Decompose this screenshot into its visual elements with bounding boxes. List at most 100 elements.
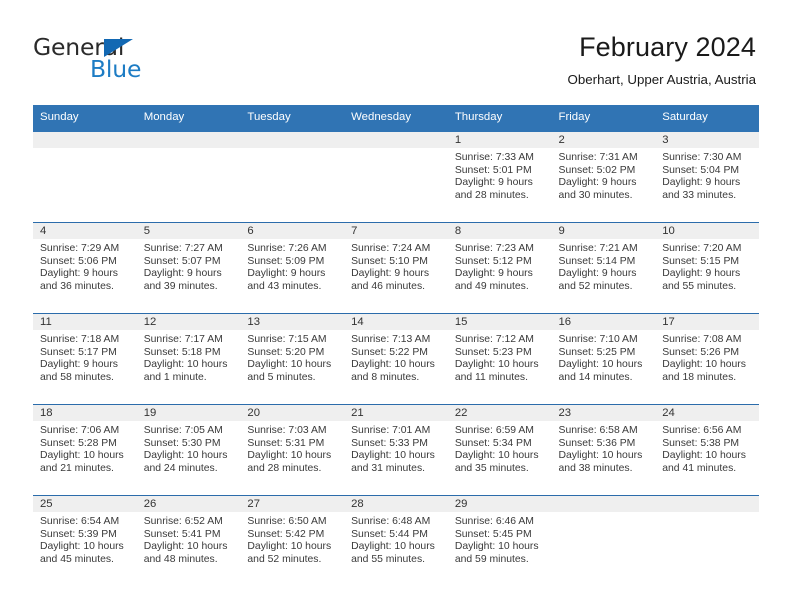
calendar-day-cell[interactable]: 21 Sunrise: 7:01 AM Sunset: 5:33 PM Dayligh… <box>344 404 448 496</box>
day-number: 23 <box>558 407 572 419</box>
day-daylight1-text: Daylight: 10 hours <box>662 450 746 462</box>
calendar-day-cell-empty <box>33 132 137 223</box>
calendar-day-cell[interactable]: 23 Sunrise: 6:58 AM Sunset: 5:36 PM Dayligh… <box>551 404 656 496</box>
calendar-day-cell[interactable]: 3 Sunrise: 7:30 AM Sunset: 5:04 PM Daylight… <box>655 132 759 223</box>
day-daylight1-text: Daylight: 10 hours <box>40 541 124 553</box>
day-daylight2-text: and 33 minutes. <box>662 189 737 201</box>
day-detail: Sunrise: 7:30 AM Sunset: 5:04 PM Daylight:… <box>655 148 759 202</box>
day-sunset-text: Sunset: 5:42 PM <box>247 528 325 540</box>
day-sunrise-text: Sunrise: 7:13 AM <box>351 334 431 345</box>
weekday-header-sunday: Sunday <box>33 105 137 132</box>
day-detail: Sunrise: 7:12 AM Sunset: 5:23 PM Daylight:… <box>448 330 552 384</box>
calendar-day-cell-empty <box>344 132 448 223</box>
day-number-band: 17 <box>655 314 759 330</box>
day-sunrise-text: Sunrise: 7:23 AM <box>454 243 534 254</box>
day-number-band: 5 <box>136 223 241 239</box>
calendar-day-cell[interactable]: 6 Sunrise: 7:26 AM Sunset: 5:09 PM Daylight… <box>240 222 345 314</box>
weekday-header-tuesday: Tuesday <box>240 105 345 132</box>
day-sunset-text: Sunset: 5:22 PM <box>351 346 428 358</box>
day-detail: Sunrise: 6:46 AM Sunset: 5:45 PM Daylight:… <box>448 512 552 566</box>
logo-text-blue: Blue <box>90 55 142 83</box>
day-number: 8 <box>454 225 462 237</box>
day-daylight1-text: Daylight: 10 hours <box>247 450 332 462</box>
day-sunset-text: Sunset: 5:07 PM <box>143 255 221 267</box>
calendar-day-cell[interactable]: 5 Sunrise: 7:27 AM Sunset: 5:07 PM Daylight… <box>136 222 241 314</box>
day-daylight2-text: and 52 minutes. <box>247 553 322 565</box>
day-sunrise-text: Sunrise: 7:33 AM <box>454 152 534 163</box>
day-detail: Sunrise: 7:23 AM Sunset: 5:12 PM Daylight:… <box>448 239 552 293</box>
day-daylight2-text: and 58 minutes. <box>40 371 114 383</box>
day-sunrise-text: Sunrise: 7:24 AM <box>351 243 431 254</box>
calendar-day-cell[interactable]: 14 Sunrise: 7:13 AM Sunset: 5:22 PM Dayligh… <box>344 313 448 405</box>
calendar-day-cell[interactable]: 15 Sunrise: 7:12 AM Sunset: 5:23 PM Dayligh… <box>447 313 552 405</box>
calendar-day-cell[interactable]: 27 Sunrise: 6:50 AM Sunset: 5:42 PM Dayligh… <box>240 495 345 586</box>
day-number-band: 22 <box>447 405 552 421</box>
day-daylight1-text: Daylight: 9 hours <box>40 359 118 371</box>
calendar-day-cell[interactable]: 7 Sunrise: 7:24 AM Sunset: 5:10 PM Daylight… <box>344 222 448 314</box>
calendar-day-cell[interactable]: 12 Sunrise: 7:17 AM Sunset: 5:18 PM Dayligh… <box>136 313 241 405</box>
day-sunset-text: Sunset: 5:45 PM <box>454 528 532 540</box>
page-header: General Blue February 2024 Oberhart, Upp… <box>0 0 792 104</box>
calendar-day-cell[interactable]: 18 Sunrise: 7:06 AM Sunset: 5:28 PM Dayligh… <box>33 404 137 496</box>
day-daylight1-text: Daylight: 10 hours <box>40 450 124 462</box>
day-detail: Sunrise: 6:52 AM Sunset: 5:41 PM Daylight:… <box>137 512 241 566</box>
calendar-day-cell[interactable]: 1 Sunrise: 7:33 AM Sunset: 5:01 PM Daylight… <box>447 132 552 223</box>
day-number <box>655 496 759 497</box>
calendar-day-cell[interactable]: 13 Sunrise: 7:15 AM Sunset: 5:20 PM Dayligh… <box>240 313 345 405</box>
day-sunrise-text: Sunrise: 6:56 AM <box>662 425 742 436</box>
day-sunrise-text: Sunrise: 7:01 AM <box>351 425 431 436</box>
day-daylight1-text: Daylight: 9 hours <box>558 268 637 280</box>
calendar-day-cell[interactable]: 20 Sunrise: 7:03 AM Sunset: 5:31 PM Dayligh… <box>240 404 345 496</box>
day-sunset-text: Sunset: 5:09 PM <box>247 255 325 267</box>
day-daylight2-text: and 55 minutes. <box>351 553 426 565</box>
day-number-band: 4 <box>33 223 137 239</box>
day-number-band: 18 <box>33 405 137 421</box>
day-detail: Sunrise: 7:27 AM Sunset: 5:07 PM Daylight:… <box>137 239 241 293</box>
calendar-day-cell[interactable]: 9 Sunrise: 7:21 AM Sunset: 5:14 PM Daylight… <box>551 222 656 314</box>
day-daylight2-text: and 35 minutes. <box>454 462 529 474</box>
day-number-band: 27 <box>240 496 345 512</box>
day-sunset-text: Sunset: 5:41 PM <box>143 528 221 540</box>
calendar-day-cell[interactable]: 4 Sunrise: 7:29 AM Sunset: 5:06 PM Daylight… <box>33 222 137 314</box>
calendar-day-cell[interactable]: 11 Sunrise: 7:18 AM Sunset: 5:17 PM Dayligh… <box>33 313 137 405</box>
day-detail: Sunrise: 7:24 AM Sunset: 5:10 PM Daylight:… <box>344 239 448 293</box>
calendar-day-cell[interactable]: 29 Sunrise: 6:46 AM Sunset: 5:45 PM Dayligh… <box>447 495 552 586</box>
calendar-day-cell[interactable]: 24 Sunrise: 6:56 AM Sunset: 5:38 PM Dayligh… <box>655 404 759 496</box>
calendar-day-cell[interactable]: 25 Sunrise: 6:54 AM Sunset: 5:39 PM Dayligh… <box>33 495 137 586</box>
generalblue-logo[interactable]: General Blue <box>33 35 213 86</box>
day-sunrise-text: Sunrise: 6:46 AM <box>454 516 534 527</box>
day-number-band: 25 <box>33 496 137 512</box>
calendar-day-cell[interactable]: 17 Sunrise: 7:08 AM Sunset: 5:26 PM Dayligh… <box>655 313 759 405</box>
day-detail: Sunrise: 6:59 AM Sunset: 5:34 PM Daylight:… <box>448 421 552 475</box>
day-number-band <box>551 496 656 512</box>
calendar-day-cell[interactable]: 19 Sunrise: 7:05 AM Sunset: 5:30 PM Dayligh… <box>136 404 241 496</box>
day-daylight1-text: Daylight: 9 hours <box>351 268 430 280</box>
calendar-day-cell[interactable]: 26 Sunrise: 6:52 AM Sunset: 5:41 PM Dayligh… <box>136 495 241 586</box>
day-number: 9 <box>558 225 565 237</box>
day-daylight1-text: Daylight: 10 hours <box>454 359 539 371</box>
calendar-day-cell[interactable]: 22 Sunrise: 6:59 AM Sunset: 5:34 PM Dayligh… <box>447 404 552 496</box>
day-daylight2-text: and 30 minutes. <box>558 189 633 201</box>
day-daylight2-text: and 38 minutes. <box>558 462 633 474</box>
day-sunset-text: Sunset: 5:04 PM <box>662 164 740 176</box>
day-sunrise-text: Sunrise: 6:58 AM <box>558 425 638 436</box>
calendar-day-cell[interactable]: 2 Sunrise: 7:31 AM Sunset: 5:02 PM Daylight… <box>551 132 656 223</box>
calendar-day-cell[interactable]: 28 Sunrise: 6:48 AM Sunset: 5:44 PM Dayligh… <box>344 495 448 586</box>
day-detail: Sunrise: 7:05 AM Sunset: 5:30 PM Daylight:… <box>137 421 241 475</box>
calendar-day-cell[interactable]: 16 Sunrise: 7:10 AM Sunset: 5:25 PM Dayligh… <box>551 313 656 405</box>
calendar-grid: Sunday Monday Tuesday Wednesday Thursday Frid… <box>33 105 759 586</box>
day-daylight1-text: Daylight: 10 hours <box>454 450 539 462</box>
weekday-header-friday: Friday <box>551 105 656 132</box>
day-number: 10 <box>662 225 675 237</box>
day-detail: Sunrise: 6:58 AM Sunset: 5:36 PM Daylight:… <box>552 421 656 475</box>
day-number-band: 20 <box>240 405 345 421</box>
day-number: 18 <box>40 407 53 419</box>
day-number: 27 <box>247 498 260 510</box>
day-sunrise-text: Sunrise: 7:03 AM <box>247 425 327 436</box>
day-sunset-text: Sunset: 5:39 PM <box>40 528 117 540</box>
day-number-band: 26 <box>136 496 241 512</box>
day-daylight2-text: and 14 minutes. <box>558 371 633 383</box>
day-daylight1-text: Daylight: 10 hours <box>351 359 435 371</box>
calendar-day-cell[interactable]: 8 Sunrise: 7:23 AM Sunset: 5:12 PM Daylight… <box>447 222 552 314</box>
calendar-day-cell[interactable]: 10 Sunrise: 7:20 AM Sunset: 5:15 PM Dayligh… <box>655 222 759 314</box>
